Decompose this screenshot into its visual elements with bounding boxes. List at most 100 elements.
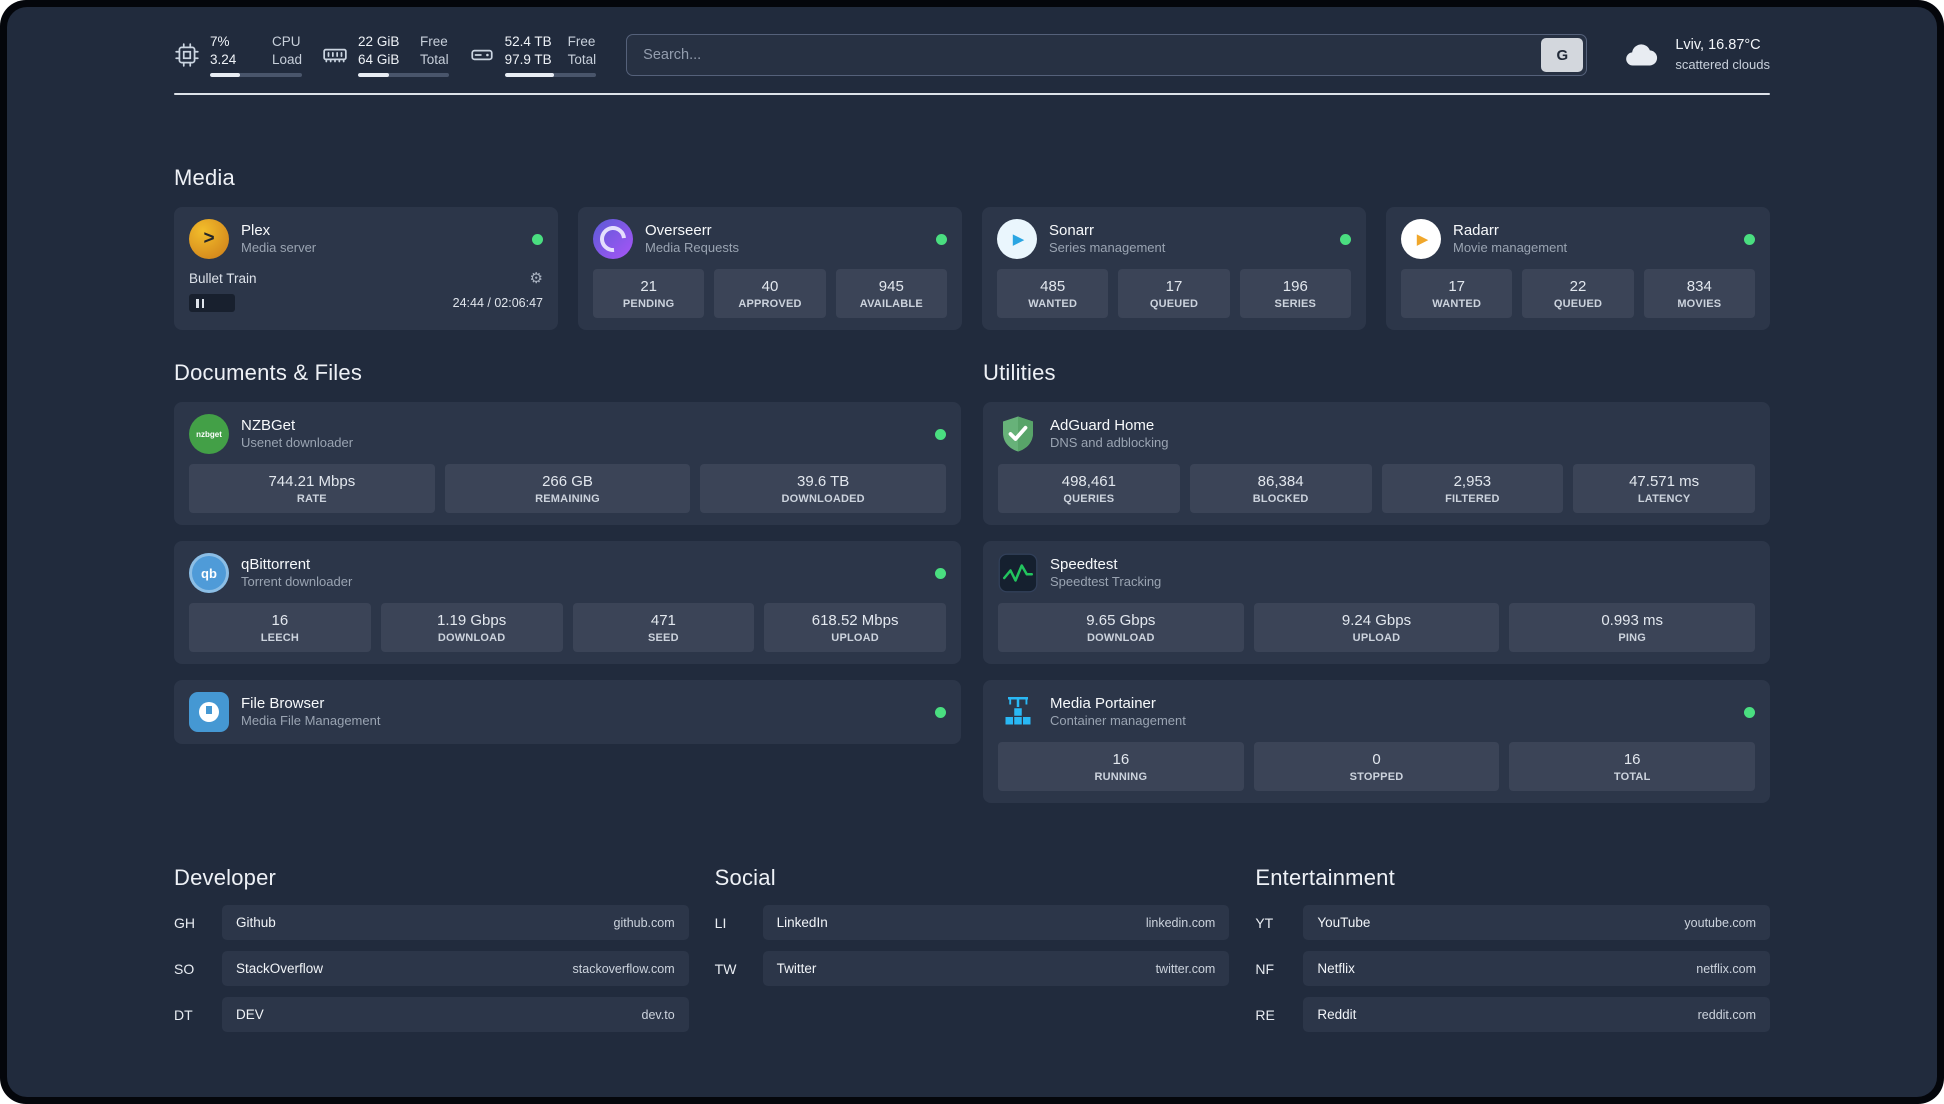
stat-tile: 9.65 Gbps DOWNLOAD <box>998 603 1244 653</box>
media-grid: Plex Media server Bullet Train ⚙ 24:44 /… <box>174 207 1770 331</box>
dashboard: 7% 3.24 CPU Load 22 GiB 64 GiB Free Tota… <box>7 7 1937 1097</box>
service-card-adguard[interactable]: AdGuard Home DNS and adblocking 498,461 … <box>983 402 1770 526</box>
stat-label: DOWNLOAD <box>437 632 506 645</box>
weather-condition: scattered clouds <box>1675 57 1770 73</box>
memory-progress-track <box>358 73 449 78</box>
stat-value: 0.993 ms <box>1601 612 1664 630</box>
bookmark-link-twitter[interactable]: Twitter twitter.com <box>762 951 1230 987</box>
stat-label: REMAINING <box>535 493 600 506</box>
bookmark-name: StackOverflow <box>236 961 324 977</box>
status-dot <box>1744 233 1755 245</box>
service-card-sonarr[interactable]: Sonarr Series management 485 WANTED 17 Q… <box>982 207 1366 331</box>
bookmark-abbr: SO <box>174 960 195 977</box>
bookmark-row: TW Twitter twitter.com <box>715 951 1230 987</box>
pause-button[interactable] <box>189 294 235 313</box>
gear-icon[interactable]: ⚙ <box>530 269 543 287</box>
documents-column: Documents & Files nzbget NZBGet Usenet d… <box>174 360 961 819</box>
stat-value: 1.19 Gbps <box>437 612 507 630</box>
disk-progress-track <box>504 73 597 78</box>
disk-free-value: 52.4 TB <box>504 34 552 49</box>
service-subtitle: Media Requests <box>645 240 739 256</box>
stat-tile: 16 LEECH <box>189 603 371 653</box>
memory-total-value: 64 GiB <box>358 51 400 67</box>
stat-tile: 1.19 Gbps DOWNLOAD <box>380 603 563 653</box>
stat-tile: 196 SERIES <box>1239 269 1351 319</box>
cpu-load-value: 3.24 <box>210 51 237 67</box>
cpu-label: CPU <box>272 34 301 49</box>
bookmark-abbr: DT <box>174 1006 193 1023</box>
stat-tile: 0.993 ms PING <box>1509 603 1756 653</box>
bookmark-row: RE Reddit reddit.com <box>1255 997 1770 1033</box>
stat-value: 16 <box>271 612 289 630</box>
search-input[interactable] <box>626 34 1588 77</box>
search-provider-button[interactable]: G <box>1541 38 1584 73</box>
stat-label: QUEUED <box>1553 298 1603 311</box>
weather-widget[interactable]: Lviv, 16.87°C scattered clouds <box>1621 36 1770 73</box>
stat-tile: 21 PENDING <box>593 269 705 319</box>
stat-label: RUNNING <box>1094 771 1148 784</box>
bookmarks-grid: Developer GH Github github.com SO StackO… <box>174 865 1770 1043</box>
service-subtitle: Series management <box>1049 240 1166 256</box>
stat-tile: 498,461 QUERIES <box>998 464 1180 514</box>
status-dot <box>532 233 543 245</box>
service-card-qbittorrent[interactable]: qb qBittorrent Torrent downloader 16 LEE… <box>174 541 961 665</box>
service-subtitle: Torrent downloader <box>241 574 353 590</box>
section-title-entertainment: Entertainment <box>1255 865 1395 891</box>
stats-row: 744.21 Mbps RATE 266 GB REMAINING 39.6 T… <box>189 464 947 514</box>
service-name: Overseerr <box>645 221 712 239</box>
bookmark-name: Netflix <box>1317 961 1355 977</box>
bookmark-row: NF Netflix netflix.com <box>1255 951 1770 987</box>
stat-value: 86,384 <box>1257 473 1304 491</box>
stat-tile: 17 QUEUED <box>1118 269 1230 319</box>
service-name: Sonarr <box>1049 221 1095 239</box>
stat-label: AVAILABLE <box>859 298 923 311</box>
stat-tile: 945 AVAILABLE <box>835 269 947 319</box>
middle-columns: Documents & Files nzbget NZBGet Usenet d… <box>174 360 1770 819</box>
service-card-portainer[interactable]: Media Portainer Container management 16 … <box>983 680 1770 804</box>
stat-value: 22 <box>1569 278 1587 296</box>
bookmark-link-netflix[interactable]: Netflix netflix.com <box>1303 951 1770 987</box>
stats-row: 9.65 Gbps DOWNLOAD 9.24 Gbps UPLOAD 0.99… <box>998 603 1756 653</box>
stat-tile: 16 TOTAL <box>1509 742 1756 792</box>
bookmark-name: Github <box>236 915 276 931</box>
stat-tile: 744.21 Mbps RATE <box>189 464 435 514</box>
service-subtitle: Container management <box>1050 713 1186 729</box>
section-title-developer: Developer <box>174 865 277 891</box>
bookmark-name: Reddit <box>1317 1007 1357 1023</box>
service-card-overseerr[interactable]: Overseerr Media Requests 21 PENDING 40 A… <box>578 207 962 331</box>
bookmark-url: twitter.com <box>1155 961 1216 976</box>
service-name: Media Portainer <box>1050 694 1156 712</box>
status-dot <box>1340 233 1351 245</box>
service-card-filebrowser[interactable]: File Browser Media File Management <box>174 680 961 745</box>
topbar: 7% 3.24 CPU Load 22 GiB 64 GiB Free Tota… <box>174 33 1770 78</box>
stats-row: 16 RUNNING 0 STOPPED 16 TOTAL <box>998 742 1756 792</box>
bookmark-link-github[interactable]: Github github.com <box>222 905 689 941</box>
bookmark-link-reddit[interactable]: Reddit reddit.com <box>1303 997 1770 1033</box>
service-name: NZBGet <box>241 416 296 434</box>
section-title-documents: Documents & Files <box>174 360 363 386</box>
stat-value: 21 <box>640 278 657 296</box>
service-card-radarr[interactable]: Radarr Movie management 17 WANTED 22 QUE… <box>1386 207 1770 331</box>
stat-tile: 266 GB REMAINING <box>444 464 691 514</box>
bookmark-link-dev[interactable]: DEV dev.to <box>222 997 689 1033</box>
bookmark-url: netflix.com <box>1696 961 1756 976</box>
stat-label: DOWNLOADED <box>781 493 865 506</box>
bookmark-abbr: YT <box>1255 914 1274 931</box>
stats-row: 17 WANTED 22 QUEUED 834 MOVIES <box>1401 269 1755 319</box>
bookmark-link-stackoverflow[interactable]: StackOverflow stackoverflow.com <box>222 951 689 987</box>
service-card-speedtest[interactable]: Speedtest Speedtest Tracking 9.65 Gbps D… <box>983 541 1770 665</box>
service-card-plex[interactable]: Plex Media server Bullet Train ⚙ 24:44 /… <box>174 207 558 331</box>
status-dot <box>935 428 946 440</box>
stat-label: SEED <box>647 632 679 645</box>
stat-value: 39.6 TB <box>797 473 850 491</box>
service-card-nzbget[interactable]: nzbget NZBGet Usenet downloader 744.21 M… <box>174 402 961 526</box>
weather-location: Lviv, 16.87°C <box>1675 37 1761 54</box>
bookmark-link-youtube[interactable]: YouTube youtube.com <box>1303 905 1770 941</box>
stat-tile: 618.52 Mbps UPLOAD <box>764 603 946 653</box>
bookmark-abbr: NF <box>1255 960 1274 977</box>
status-dot <box>935 567 946 579</box>
section-title-media: Media <box>174 165 235 191</box>
topbar-divider <box>174 93 1770 96</box>
bookmark-link-linkedin[interactable]: LinkedIn linkedin.com <box>762 905 1230 941</box>
stat-value: 618.52 Mbps <box>811 612 899 630</box>
